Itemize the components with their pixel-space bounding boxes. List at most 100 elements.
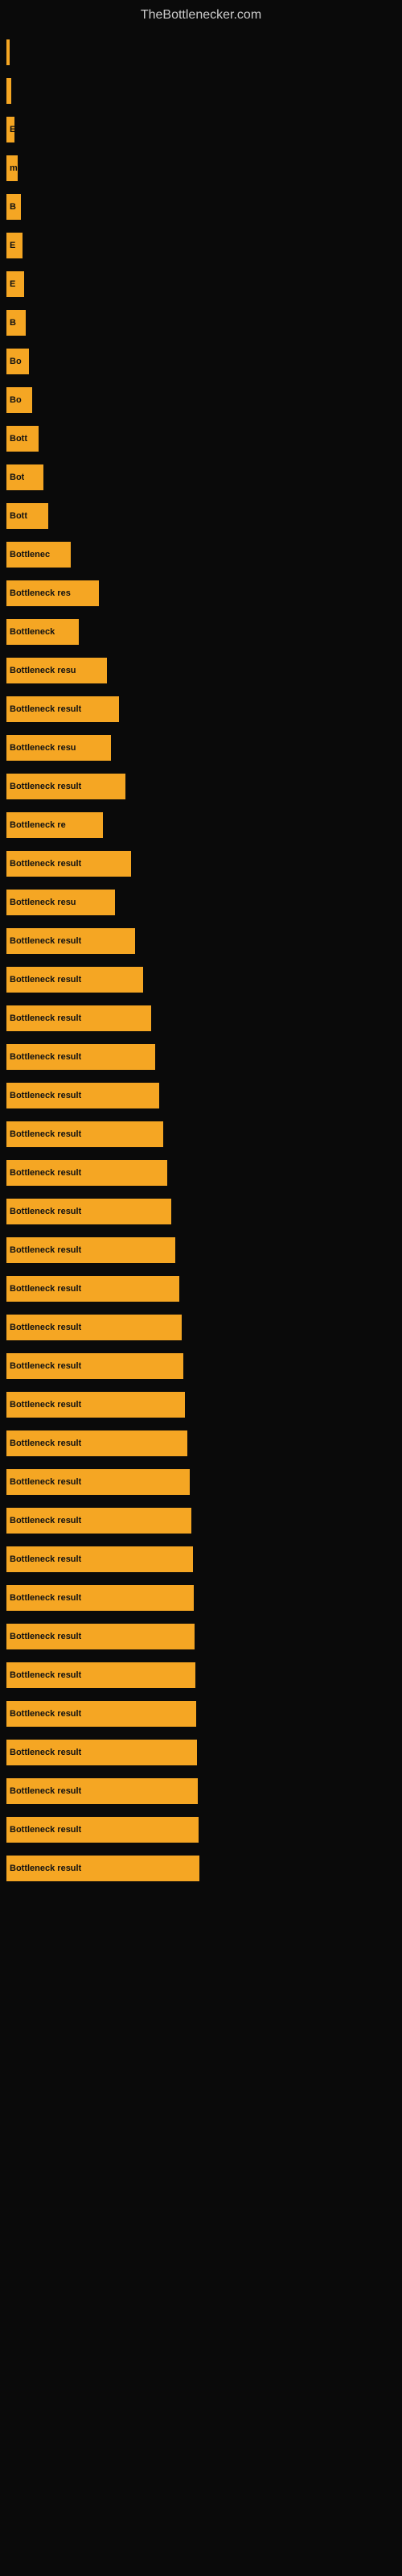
bar-row: Bottleneck result — [6, 1310, 402, 1345]
bar-label: Bo — [10, 357, 22, 366]
bar-label: Bottleneck result — [10, 1709, 81, 1719]
bar: Bottlenec — [6, 542, 71, 568]
bars-container: EmBEEBBoBoBottBotBottBottlenecBottleneck… — [0, 27, 402, 1889]
bar: Bottleneck re — [6, 812, 103, 838]
bar-label: Bottleneck result — [10, 1593, 81, 1603]
bar: E — [6, 233, 23, 258]
bar-label: Bottleneck result — [10, 1516, 81, 1525]
bar-row: Bo — [6, 382, 402, 418]
bar-row: B — [6, 189, 402, 225]
bar-label: Bott — [10, 434, 27, 444]
bar-label: Bottleneck result — [10, 1825, 81, 1835]
bar: Bottleneck result — [6, 1856, 199, 1881]
bar-label: E — [10, 279, 15, 289]
bar-row: Bottleneck result — [6, 1542, 402, 1577]
bar — [6, 78, 11, 104]
bar-label: E — [10, 125, 14, 134]
bar-row: Bottleneck result — [6, 923, 402, 959]
bar-row: Bottleneck re — [6, 807, 402, 843]
bar-label: Bottleneck result — [10, 1091, 81, 1100]
bar: Bottleneck resu — [6, 658, 107, 683]
bar: Bottleneck result — [6, 1160, 167, 1186]
bar: Bottleneck result — [6, 1585, 194, 1611]
bar-row: Bottleneck result — [6, 1155, 402, 1191]
bar-row: Bottleneck result — [6, 1812, 402, 1847]
bar-row: B — [6, 305, 402, 341]
bar: Bottleneck result — [6, 1817, 199, 1843]
bar-row: Bottleneck result — [6, 1348, 402, 1384]
bar: Bottleneck result — [6, 1083, 159, 1108]
bar: Bottleneck resu — [6, 890, 115, 915]
bar-label: Bottleneck result — [10, 1748, 81, 1757]
bar-label: Bottleneck result — [10, 859, 81, 869]
bar: Bottleneck result — [6, 967, 143, 993]
bar-label: Bot — [10, 473, 24, 482]
bar-label: Bottleneck result — [10, 1013, 81, 1023]
bar-label: B — [10, 318, 16, 328]
bar-row: Bottleneck result — [6, 1735, 402, 1770]
bar: Bottleneck — [6, 619, 79, 645]
bar-label: E — [10, 241, 15, 250]
bar-row: Bottleneck result — [6, 691, 402, 727]
bar-label: Bottleneck result — [10, 1129, 81, 1139]
bar: Bottleneck result — [6, 1121, 163, 1147]
bar-label: Bottleneck result — [10, 1207, 81, 1216]
bar: E — [6, 117, 14, 142]
bar-row: Bottleneck result — [6, 1271, 402, 1307]
bar-row: Bottleneck result — [6, 1387, 402, 1422]
bar-label: Bottleneck result — [10, 1400, 81, 1410]
bar: Bottleneck result — [6, 1546, 193, 1572]
bar: B — [6, 194, 21, 220]
bar-label: Bottleneck — [10, 627, 55, 637]
bar-row: Bottleneck result — [6, 1232, 402, 1268]
bar-label: Bottleneck resu — [10, 743, 76, 753]
bar-row: Bottleneck result — [6, 1001, 402, 1036]
bar-row: Bottleneck result — [6, 1464, 402, 1500]
bar-label: Bottleneck result — [10, 1477, 81, 1487]
site-title: TheBottlenecker.com — [0, 0, 402, 27]
bar: Bottleneck result — [6, 928, 135, 954]
bar-label: Bottleneck result — [10, 1439, 81, 1448]
bar-row: E — [6, 228, 402, 263]
bar-row: Bottlenec — [6, 537, 402, 572]
bar-label: Bottleneck result — [10, 1786, 81, 1796]
bar-row: Bott — [6, 421, 402, 456]
bar-label: Bo — [10, 395, 22, 405]
bar-label: Bottleneck result — [10, 1864, 81, 1873]
bar: Bottleneck result — [6, 1508, 191, 1534]
bar-row: Bottleneck resu — [6, 730, 402, 766]
bar-row: Bottleneck result — [6, 1619, 402, 1654]
bar-row: Bo — [6, 344, 402, 379]
bar — [6, 39, 10, 65]
bar-row: Bottleneck result — [6, 1773, 402, 1809]
bar-row — [6, 35, 402, 70]
bar-row: Bottleneck result — [6, 846, 402, 881]
bar-row: Bottleneck res — [6, 576, 402, 611]
bar-label: Bottleneck resu — [10, 666, 76, 675]
bar-row: Bottleneck result — [6, 1078, 402, 1113]
bar-row: Bottleneck result — [6, 1426, 402, 1461]
bar: Bottleneck result — [6, 1237, 175, 1263]
bar-label: Bottleneck result — [10, 1632, 81, 1641]
bar: Bottleneck result — [6, 774, 125, 799]
bar-label: Bottleneck result — [10, 1052, 81, 1062]
bar-label: Bottlenec — [10, 550, 50, 559]
bar-label: Bottleneck result — [10, 704, 81, 714]
bar-label: Bottleneck result — [10, 1670, 81, 1680]
bar-label: Bottleneck result — [10, 1168, 81, 1178]
bar-label: Bottleneck result — [10, 782, 81, 791]
bar: Bottleneck result — [6, 1469, 190, 1495]
bar-label: Bottleneck result — [10, 1245, 81, 1255]
bar-row: Bottleneck result — [6, 1580, 402, 1616]
bar-row: Bott — [6, 498, 402, 534]
bar-row: Bottleneck result — [6, 1194, 402, 1229]
bar: Bottleneck result — [6, 1276, 179, 1302]
bar-row: Bottleneck result — [6, 1503, 402, 1538]
bar: Bo — [6, 387, 32, 413]
bar: Bottleneck result — [6, 1662, 195, 1688]
bar: Bottleneck result — [6, 1005, 151, 1031]
bar-label: Bottleneck re — [10, 820, 66, 830]
bar: Bottleneck result — [6, 1353, 183, 1379]
bar-row: m — [6, 151, 402, 186]
bar-label: Bottleneck res — [10, 588, 71, 598]
